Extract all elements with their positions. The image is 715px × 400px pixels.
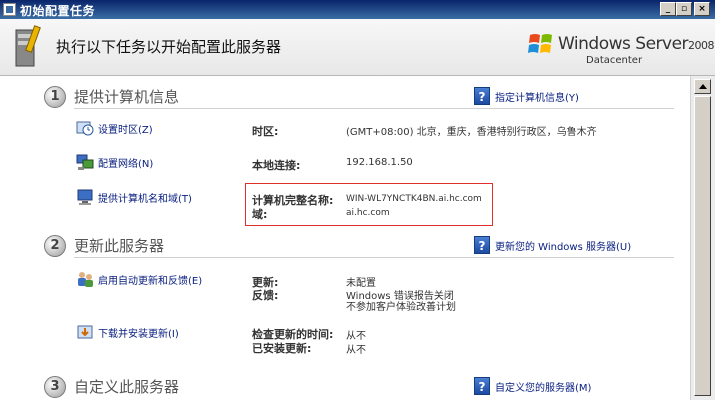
last-check-value: 从不: [346, 331, 366, 342]
scroll-thumb[interactable]: [694, 96, 711, 396]
configure-network-task[interactable]: 配置网络(N): [76, 153, 153, 173]
section-1-header: 1 提供计算机信息 ? 指定计算机信息(Y): [44, 84, 674, 110]
domain-label: 域:: [252, 208, 268, 221]
feedback-value-2: 不参加客户体验改善计划: [346, 302, 456, 313]
section-2-title: 更新此服务器: [74, 237, 165, 255]
download-icon: [77, 325, 93, 339]
section-3-title: 自定义此服务器: [74, 378, 180, 396]
domain-value: ai.hc.com: [346, 208, 390, 218]
section-2-help-link[interactable]: ? 更新您的 Windows 服务器(U): [474, 236, 631, 254]
window-icon: [3, 3, 16, 16]
windows-flag-icon: [528, 34, 552, 53]
section-2-help-label: 更新您的 Windows 服务器(U): [495, 241, 632, 253]
window-title: 初始配置任务: [20, 4, 96, 18]
timezone-value: (GMT+08:00) 北京，重庆，香港特别行政区，乌鲁木齐: [346, 127, 597, 138]
task-header: 执行以下任务以开始配置此服务器 Windows Server2008 Datac…: [0, 19, 715, 76]
network-icon: [76, 154, 94, 170]
section-1-title: 提供计算机信息: [74, 88, 180, 106]
tasks-content: 1 提供计算机信息 ? 指定计算机信息(Y) 设置时区(Z) 时区: (GMT+0…: [0, 76, 690, 400]
section-3-help-link[interactable]: ? 自定义您的服务器(M): [474, 377, 591, 395]
section-3-help-label: 自定义您的服务器(M): [495, 382, 592, 394]
set-timezone-task[interactable]: 设置时区(Z): [76, 119, 153, 139]
brand-name: Windows Server: [558, 34, 689, 54]
download-updates-link[interactable]: 下载并安装更新(I): [98, 329, 179, 340]
section-1-rule: [74, 108, 674, 109]
section-3-header: 3 自定义此服务器 ? 自定义您的服务器(M): [44, 374, 644, 400]
local-connection-label: 本地连接:: [252, 159, 301, 172]
section-1-number: 1: [44, 86, 66, 108]
computer-icon: [77, 189, 93, 205]
auto-update-feedback-task[interactable]: 启用自动更新和反馈(E): [76, 270, 202, 290]
brand-edition: Datacenter: [586, 55, 643, 66]
section-2-header: 2 更新此服务器 ? 更新您的 Windows 服务器(U): [44, 233, 674, 259]
section-1-help-label: 指定计算机信息(Y): [495, 92, 579, 104]
windows-server-logo: Windows Server2008 Datacenter: [528, 29, 715, 69]
update-users-icon: [78, 272, 93, 287]
computer-name-domain-task[interactable]: 提供计算机名和域(T): [76, 188, 192, 208]
section-2-number: 2: [44, 235, 66, 257]
help-icon: ?: [474, 377, 490, 395]
brand-version: 2008: [688, 39, 715, 52]
feedback-label: 反馈:: [252, 289, 279, 302]
server-tools-icon: [15, 25, 41, 67]
help-icon: ?: [474, 87, 490, 105]
installed-updates-value: 从不: [346, 345, 366, 356]
section-2-rule: [74, 257, 674, 258]
vertical-scrollbar[interactable]: [690, 76, 715, 400]
help-icon: ?: [474, 236, 490, 254]
full-computer-name-value: WIN-WL7YNCTK4BN.ai.hc.com: [346, 194, 482, 204]
configure-network-link[interactable]: 配置网络(N): [98, 159, 153, 170]
set-timezone-link[interactable]: 设置时区(Z): [98, 125, 153, 136]
auto-update-feedback-link[interactable]: 启用自动更新和反馈(E): [98, 276, 202, 287]
installed-updates-label: 已安装更新:: [252, 342, 312, 355]
timezone-label: 时区:: [252, 125, 279, 138]
clock-icon: [76, 121, 94, 136]
close-button[interactable]: ×: [694, 2, 710, 16]
restore-button[interactable]: ▫: [676, 2, 692, 16]
section-1-help-link[interactable]: ? 指定计算机信息(Y): [474, 87, 579, 105]
section-3-number: 3: [44, 376, 66, 398]
minimize-button[interactable]: _: [660, 2, 676, 16]
download-updates-task[interactable]: 下载并安装更新(I): [76, 323, 179, 343]
local-connection-value: 192.168.1.50: [346, 157, 413, 168]
header-instruction: 执行以下任务以开始配置此服务器: [56, 38, 282, 56]
title-bar: 初始配置任务 _ ▫ ×: [0, 0, 715, 19]
scroll-up-button[interactable]: [694, 79, 711, 94]
computer-name-domain-link[interactable]: 提供计算机名和域(T): [98, 194, 192, 205]
